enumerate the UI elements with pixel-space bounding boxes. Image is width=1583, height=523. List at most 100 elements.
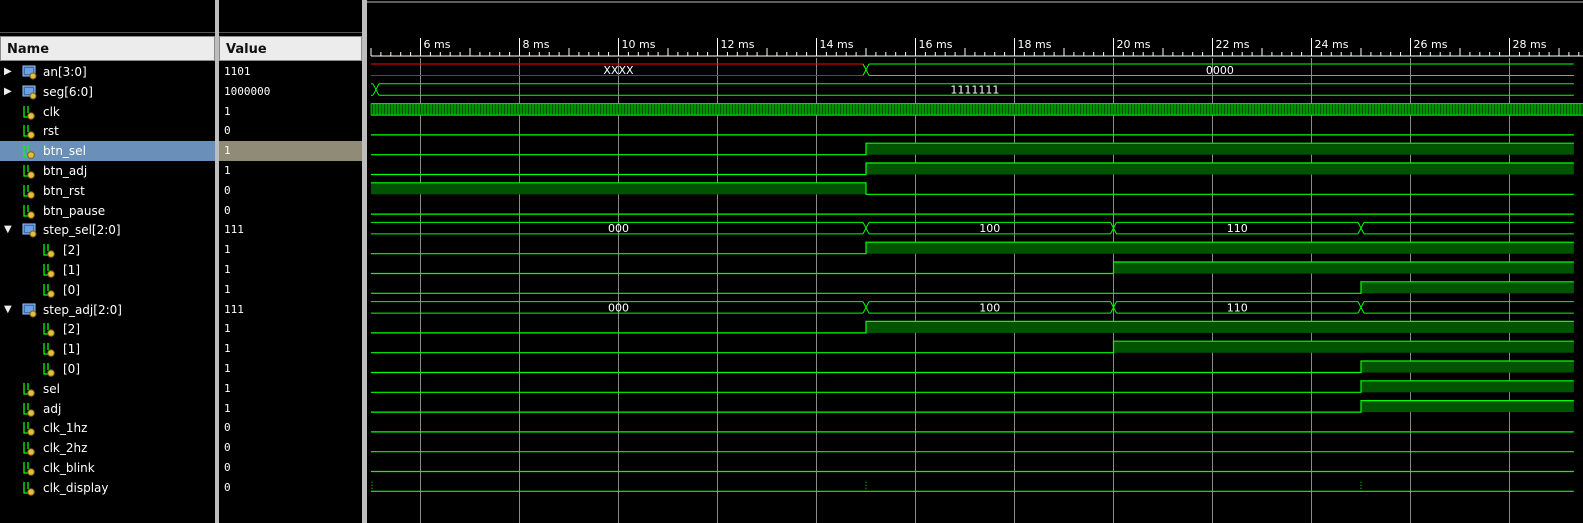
time-tick-label: 24 ms	[1315, 38, 1349, 51]
signal-value: 1	[224, 362, 231, 375]
signal-value: 1	[224, 243, 231, 257]
bus-value-label: 1111111	[950, 84, 999, 97]
time-tick-label: 6 ms	[424, 38, 451, 51]
expand-triangle-icon[interactable]: ▶	[4, 67, 14, 77]
signal-row[interactable]: clk_display	[0, 478, 215, 498]
signal-value: 1	[224, 104, 231, 118]
signal-row[interactable]: btn_adj	[0, 161, 215, 181]
signal-value: 1	[224, 381, 231, 395]
signal-row[interactable]: [1]	[0, 339, 215, 359]
time-tick-label: 10 ms	[622, 38, 656, 51]
signal-name: btn_pause	[43, 203, 106, 218]
name-column-header[interactable]: Name	[0, 36, 215, 61]
signal-value: 111	[224, 223, 244, 237]
signal-name: step_sel[2:0]	[43, 223, 121, 238]
signal-name: clk_display	[43, 480, 109, 495]
signal-value: 1101	[224, 65, 251, 78]
signal-value: 1	[219, 141, 362, 162]
signal-name: clk_2hz	[43, 441, 88, 456]
signal-value: 0	[224, 441, 231, 455]
signal-name: [0]	[63, 362, 80, 376]
signal-row[interactable]: [0]	[0, 280, 215, 300]
signal-name: btn_rst	[43, 183, 85, 198]
signal-row[interactable]: ▼ step_adj[2:0]	[0, 300, 215, 320]
signal-value: 1	[224, 263, 231, 276]
signal-value: 1	[224, 282, 231, 296]
signal-name: step_adj[2:0]	[43, 302, 122, 317]
signal-row[interactable]: clk_blink	[0, 458, 215, 478]
signal-name: btn_adj	[43, 164, 88, 178]
time-tick-label: 20 ms	[1117, 38, 1151, 51]
signal-value: 0	[224, 461, 231, 474]
signal-row[interactable]: clk	[0, 102, 215, 122]
signal-name: clk_blink	[43, 461, 95, 475]
signal-name: an[3:0]	[43, 65, 87, 79]
signal-name: sel	[43, 381, 60, 396]
signal-value: 0	[224, 183, 231, 197]
expand-triangle-icon[interactable]: ▶	[4, 86, 14, 97]
signal-row[interactable]: adj	[0, 399, 215, 419]
value-column-header[interactable]: Value	[219, 36, 362, 61]
signal-row[interactable]: [1]	[0, 260, 215, 280]
signal-name: [2]	[63, 322, 80, 337]
waveform-canvas[interactable]: 6 ms 8 ms 10 ms 12 ms 14 ms 16 ms 18 ms 20 ms 22…	[367, 0, 1583, 523]
signal-row[interactable]: rst	[0, 121, 215, 141]
signal-row[interactable]: ▶ an[3:0]	[0, 62, 215, 82]
waveform-panel[interactable]: 6 ms 8 ms 10 ms 12 ms 14 ms 16 ms 18 ms 20 ms 22…	[367, 0, 1583, 523]
bus-value-label: XXXX	[603, 64, 634, 77]
signal-value: 1	[224, 322, 231, 336]
time-tick-label: 18 ms	[1018, 38, 1052, 51]
signal-row[interactable]: ▼ step_sel[2:0]	[0, 220, 215, 240]
bus-value-label: 100	[979, 222, 1000, 235]
signal-value: 1	[224, 401, 231, 415]
signal-value: 1	[224, 164, 231, 177]
signal-name: [2]	[63, 243, 80, 258]
time-tick-label: 12 ms	[721, 38, 755, 51]
signal-row[interactable]: ▶ seg[6:0]	[0, 82, 215, 102]
signal-name-panel: Name ▶ an[3:0] ▶ seg[6:0] clk rst btn_sel btn_a…	[0, 0, 215, 523]
signal-name: [1]	[63, 342, 80, 357]
signal-row[interactable]: clk_2hz	[0, 438, 215, 458]
wire-out-icon	[22, 481, 38, 502]
signal-row[interactable]: clk_1hz	[0, 418, 215, 438]
signal-row[interactable]: [0]	[0, 359, 215, 379]
signal-name: [0]	[63, 282, 80, 297]
signal-value: 0	[224, 480, 231, 494]
bus-value-label: 000	[608, 301, 629, 314]
signal-row[interactable]: sel	[0, 379, 215, 399]
signal-name: clk	[43, 104, 60, 119]
signal-value: 0	[224, 203, 231, 217]
signal-name: [1]	[63, 263, 80, 277]
signal-row[interactable]: btn_rst	[0, 181, 215, 201]
signal-name: btn_sel	[43, 144, 86, 159]
collapse-triangle-icon[interactable]: ▼	[4, 304, 14, 315]
signal-row[interactable]: btn_pause	[0, 201, 215, 221]
signal-name: seg[6:0]	[43, 84, 93, 99]
time-tick-label: 16 ms	[919, 38, 953, 51]
signal-row[interactable]: [2]	[0, 240, 215, 260]
value-toolbar	[219, 2, 362, 33]
bus-value-label: 110	[1227, 301, 1248, 314]
signal-value: 1	[224, 342, 231, 356]
time-tick-label: 14 ms	[820, 38, 854, 51]
time-tick-label: 26 ms	[1414, 38, 1448, 51]
signal-value: 0	[224, 124, 231, 138]
signal-row[interactable]: btn_sel	[0, 141, 215, 162]
signal-value: 1000000	[224, 84, 271, 98]
signal-value: 0	[224, 421, 231, 435]
signal-name: rst	[43, 124, 59, 139]
waveform-trace[interactable]	[370, 103, 1583, 116]
bus-value-label: 110	[1227, 222, 1248, 235]
time-tick-label: 8 ms	[523, 38, 550, 51]
signal-name: clk_1hz	[43, 421, 88, 436]
time-tick-label: 28 ms	[1513, 38, 1547, 51]
signal-value: 111	[224, 302, 244, 316]
bus-value-label: 0000	[1206, 64, 1234, 77]
time-tick-label: 22 ms	[1216, 38, 1250, 51]
bus-value-label: 100	[979, 301, 1000, 314]
signal-row[interactable]: [2]	[0, 319, 215, 339]
signal-value-panel: Value 1101 1000000 1 0 1 1 0 0 111 1 1 1 111 1 1 1 1 1 0 0 0…	[219, 0, 362, 523]
signal-name: adj	[43, 401, 62, 416]
bus-value-label: 000	[608, 222, 629, 235]
collapse-triangle-icon[interactable]: ▼	[4, 225, 14, 235]
